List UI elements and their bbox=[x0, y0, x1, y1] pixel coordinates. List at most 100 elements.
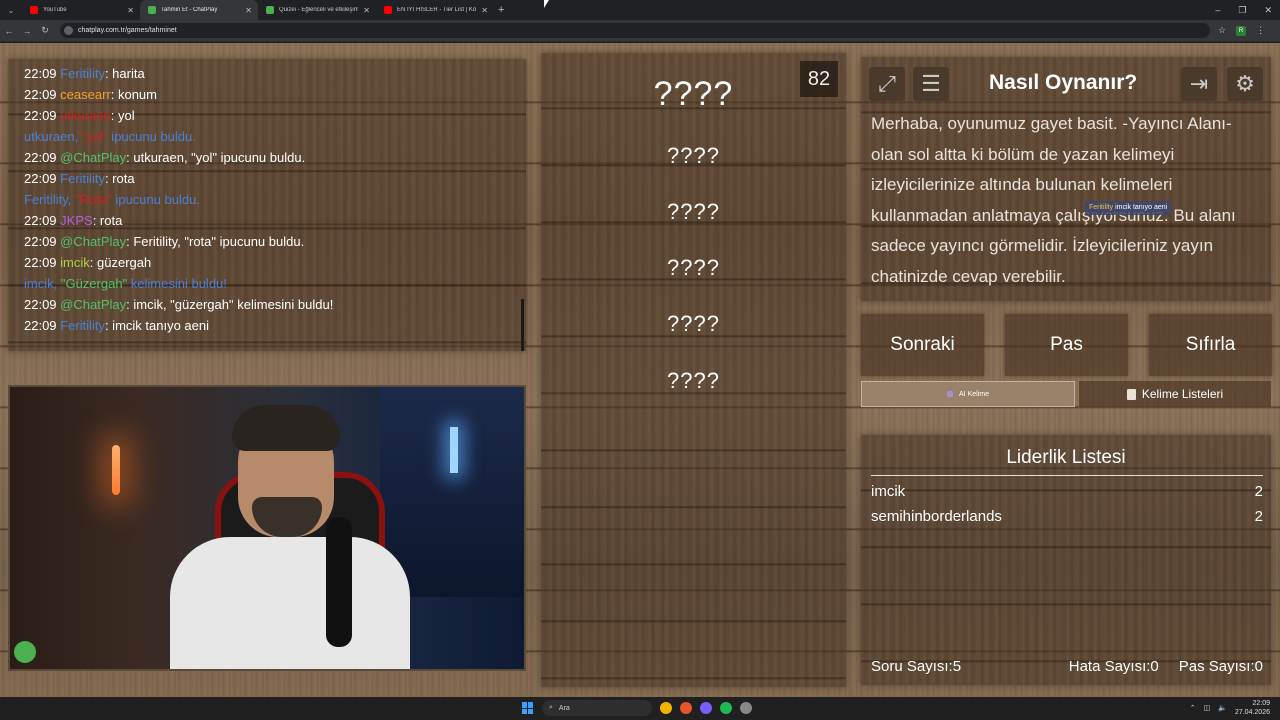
start-icon[interactable] bbox=[522, 702, 534, 714]
ai-word-label: AI Kelime bbox=[959, 390, 989, 398]
divider bbox=[871, 475, 1263, 476]
lamp-light bbox=[112, 445, 120, 495]
obs-icon[interactable] bbox=[740, 702, 752, 714]
ai-icon bbox=[947, 391, 954, 397]
pass-count: Pas Sayısı:0 bbox=[1178, 658, 1263, 675]
site-info-icon[interactable] bbox=[64, 26, 73, 35]
maximize-icon[interactable]: ❐ bbox=[1238, 5, 1246, 16]
taskbar-search[interactable]: ⌕ Ara bbox=[542, 700, 652, 716]
clock-date: 27.04.2026 bbox=[1234, 709, 1270, 716]
hidden-word: ???? bbox=[667, 311, 720, 336]
taskbar: ⌕ Ara ⌃ ◫ 🔈 22:09 27.04.2026 bbox=[0, 697, 1280, 720]
ai-word-tab[interactable]: AI Kelime bbox=[861, 381, 1075, 407]
close-window-icon[interactable]: ✕ bbox=[1264, 5, 1272, 16]
chat-scrollbar[interactable] bbox=[521, 299, 524, 351]
hair bbox=[232, 405, 340, 451]
message-username: Feritility bbox=[60, 66, 105, 81]
webcam-feed bbox=[8, 385, 526, 671]
chat-message-list: 22:09 Feritility: harita 22:09 ceasearr: … bbox=[24, 63, 510, 336]
how-to-play-panel: ⤢ ☰ Nasıl Oynanır? ⇥ ⚙ Merhaba, oyunumuz… bbox=[861, 57, 1271, 301]
new-tab-button[interactable]: + bbox=[498, 4, 504, 16]
tab-title: Tahmin Et - ChatPlay bbox=[161, 7, 218, 13]
network-icon[interactable]: ◫ bbox=[1204, 704, 1211, 712]
message-text: : imcik tanıyo aeni bbox=[104, 318, 209, 333]
menu-dots-icon[interactable]: ⋮ bbox=[1256, 25, 1265, 36]
system-text: ipucunu buldu. bbox=[107, 129, 196, 144]
message-username: @ChatPlay bbox=[60, 234, 127, 249]
volume-icon[interactable]: 🔈 bbox=[1218, 704, 1227, 712]
info-text: Merhaba, oyunumuz gayet basit. -Yayıncı … bbox=[871, 114, 1236, 286]
reset-button[interactable]: Sıfırla bbox=[1149, 314, 1272, 376]
message-text: : yol bbox=[110, 108, 135, 123]
message-text: : Feritility, "rota" ipucunu buldu. bbox=[126, 234, 305, 249]
fullscreen-icon[interactable]: ⤢ bbox=[869, 67, 905, 101]
list-icon[interactable]: ☰ bbox=[913, 67, 949, 101]
message-time: 22:09 bbox=[24, 234, 57, 249]
browser-tab[interactable]: Tahmin Et - ChatPlay ✕ bbox=[140, 0, 258, 20]
extension-icon[interactable]: R bbox=[1236, 25, 1247, 36]
message-time: 22:09 bbox=[24, 171, 57, 186]
tray-chevron-icon[interactable]: ⌃ bbox=[1190, 704, 1196, 712]
message-time: 22:09 bbox=[24, 150, 57, 165]
bookmark-star-icon[interactable]: ☆ bbox=[1218, 25, 1226, 36]
highlighted-word: "Güzergah" bbox=[60, 276, 128, 291]
discord-icon[interactable] bbox=[700, 702, 712, 714]
minimize-icon[interactable]: – bbox=[1215, 5, 1220, 15]
clock[interactable]: 22:09 27.04.2026 bbox=[1235, 699, 1270, 717]
tab-favicon-icon bbox=[384, 6, 392, 14]
tab-close-icon[interactable]: ✕ bbox=[363, 6, 370, 15]
leaderboard-panel: Liderlik Listesi imcik 2 semihinborderland… bbox=[861, 435, 1271, 685]
leaderboard-row: semihinborderlands 2 bbox=[871, 508, 1263, 525]
message-text: : rota bbox=[92, 213, 123, 228]
player-score: 2 bbox=[1254, 483, 1263, 500]
message-text: : rota bbox=[104, 171, 135, 186]
microphone bbox=[326, 517, 352, 647]
tab-search-icon[interactable]: ⌄ bbox=[0, 6, 22, 15]
address-bar: ← → ↻ chatplay.com.tr/games/tahminet ☆ R… bbox=[0, 20, 1280, 42]
url-input[interactable]: chatplay.com.tr/games/tahminet bbox=[60, 23, 1210, 38]
message-username: utkuraen bbox=[60, 108, 111, 123]
forward-icon[interactable]: → bbox=[18, 26, 36, 36]
message-text: : konum bbox=[110, 87, 157, 102]
chat-message: 22:09 utkuraen: yol bbox=[24, 105, 510, 126]
chat-message: 22:09 Feritility: imcik tanıyo aeni bbox=[24, 315, 510, 336]
system-text: ipucunu buldu. bbox=[111, 192, 200, 207]
brave-icon[interactable] bbox=[680, 702, 692, 714]
message-username: @ChatPlay bbox=[60, 297, 127, 312]
hidden-word: ???? bbox=[667, 368, 720, 393]
game-page: 22:09 Feritility: harita 22:09 ceasearr: … bbox=[0, 43, 1280, 697]
tab-close-icon[interactable]: ✕ bbox=[245, 6, 252, 15]
browser-tab[interactable]: Quizei - Eğlenceli ve etkileşimli ✕ bbox=[258, 0, 376, 20]
document-icon bbox=[1126, 388, 1136, 400]
highlighted-word: "Rota" bbox=[75, 192, 112, 207]
window-controls: – ❐ ✕ bbox=[1215, 0, 1272, 20]
word-lists-tab[interactable]: Kelime Listeleri bbox=[1079, 381, 1271, 407]
neon-light bbox=[450, 427, 458, 473]
system-text: kelimesini buldu! bbox=[127, 276, 227, 291]
chat-message: 22:09 Feritility: rota bbox=[24, 168, 510, 189]
browser-tab-bar: ⌄ YouTube ✕ Tahmin Et - ChatPlay ✕ Quizei - … bbox=[0, 0, 1280, 20]
chrome-icon[interactable] bbox=[660, 702, 672, 714]
chat-message: 22:09 ceasearr: konum bbox=[24, 84, 510, 105]
tab-close-icon[interactable]: ✕ bbox=[127, 6, 134, 15]
hidden-word: ???? bbox=[667, 143, 720, 168]
reload-icon[interactable]: ↻ bbox=[36, 25, 54, 36]
stream-chat-overlay: Feritility imcik tanıyo aeni bbox=[1085, 201, 1172, 215]
browser-tab[interactable]: EN IYI HISLER - Tier List | Kör Sı ✕ bbox=[376, 0, 494, 20]
chat-message: Feritility, "Rota" ipucunu buldu. bbox=[24, 189, 510, 210]
gear-icon[interactable]: ⚙ bbox=[1227, 67, 1263, 101]
tab-close-icon[interactable]: ✕ bbox=[481, 6, 488, 15]
browser-tab[interactable]: YouTube ✕ bbox=[22, 0, 140, 20]
spotify-icon[interactable] bbox=[720, 702, 732, 714]
message-time: 22:09 bbox=[24, 213, 57, 228]
next-button[interactable]: Sonraki bbox=[861, 314, 984, 376]
game-stats: Soru Sayısı:5 Hata Sayısı:0 Pas Sayısı:0 bbox=[871, 658, 1263, 675]
pass-button[interactable]: Pas bbox=[1005, 314, 1128, 376]
message-username: Feritility bbox=[60, 318, 105, 333]
back-icon[interactable]: ← bbox=[0, 26, 18, 36]
chat-message: 22:09 imcik: güzergah bbox=[24, 252, 510, 273]
logout-icon[interactable]: ⇥ bbox=[1181, 67, 1217, 101]
message-text: : harita bbox=[104, 66, 145, 81]
tab-favicon-icon bbox=[148, 6, 156, 14]
system-text: Feritility, bbox=[24, 192, 76, 207]
